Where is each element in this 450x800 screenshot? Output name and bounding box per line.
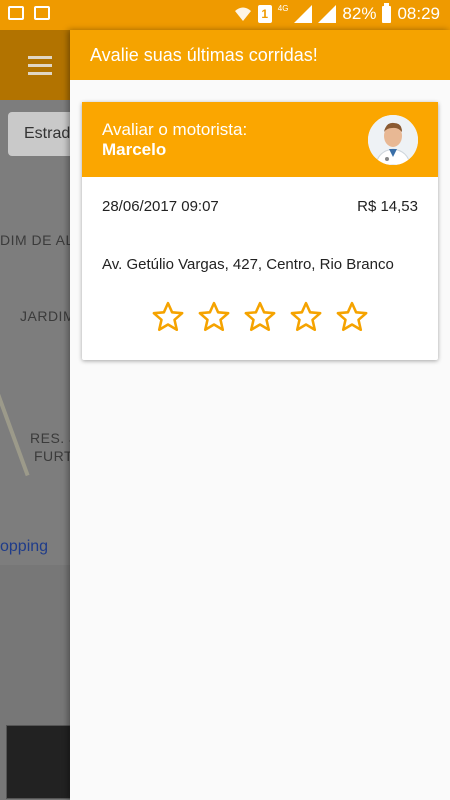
map-poi-label: opping [0,538,49,555]
status-bar: 1 4G 82% 08:29 [0,0,450,30]
battery-icon [382,2,392,23]
star-icon-4[interactable] [289,300,323,334]
star-icon-1[interactable] [151,300,185,334]
star-icon-5[interactable] [335,300,369,334]
signal-icon-2 [318,5,337,23]
map-label: FURT [34,448,70,464]
voicemail-notification-icon [34,6,50,20]
star-rating [82,300,438,334]
ride-datetime: 28/06/2017 09:07 [102,198,219,215]
map-action-button[interactable] [6,725,70,799]
wifi-icon [234,7,251,21]
ride-address: Av. Getúlio Vargas, 427, Centro, Rio Bra… [102,256,394,273]
ride-info-row: 28/06/2017 09:07 R$ 14,53 [102,198,418,215]
sim-icon: 1 [257,5,272,23]
gallery-notification-icon [8,6,24,20]
ride-price: R$ 14,53 [357,198,418,215]
clock: 08:29 [397,4,440,23]
map-label: RES. J [30,430,70,446]
menu-icon[interactable] [28,56,52,80]
card-header: Avaliar o motorista: Marcelo [82,102,438,177]
driver-name: Marcelo [102,140,167,159]
app-toolbar [0,30,70,100]
network-type: 4G [277,3,289,13]
map-background: Estrad DIM DE AL JARDIM RES. J FURT oppi… [0,30,70,800]
map-road [0,333,30,477]
map-search-field[interactable]: Estrad [8,112,70,156]
drawer-title: Avalie suas últimas corridas! [70,30,450,80]
star-icon-3[interactable] [243,300,277,334]
driver-avatar [368,115,418,165]
star-icon-2[interactable] [197,300,231,334]
battery-percent: 82% [342,4,377,23]
map-label: DIM DE AL [0,232,70,248]
map-label: JARDIM [20,308,70,324]
rate-driver-heading: Avaliar o motorista: [102,120,248,139]
rating-drawer: Avalie suas últimas corridas! Avaliar o … [70,30,450,800]
ride-rating-card: Avaliar o motorista: Marcelo 28/06/2017 … [82,102,438,360]
signal-icon [294,5,313,23]
